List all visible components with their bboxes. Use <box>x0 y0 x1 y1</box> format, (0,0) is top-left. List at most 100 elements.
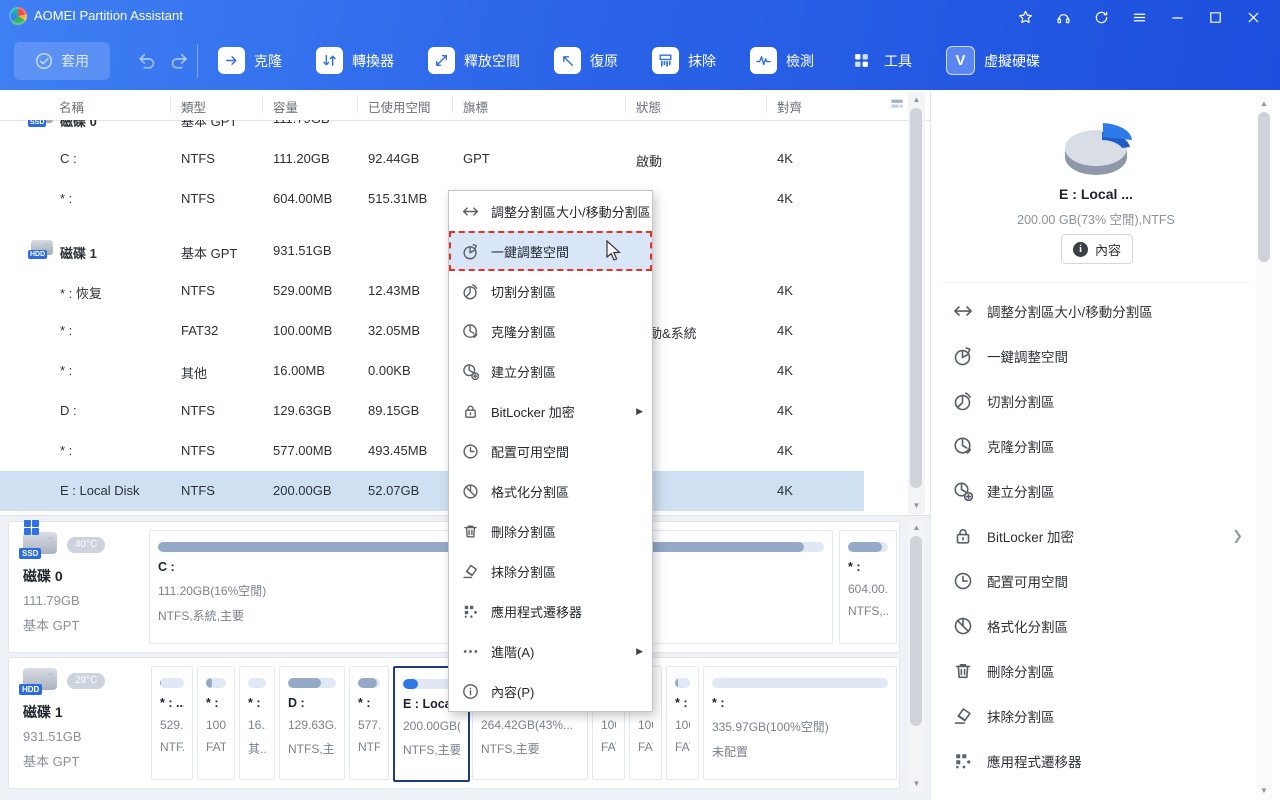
menu-item-bitlocker[interactable]: BitLocker 加密 ▶ <box>449 391 652 431</box>
scroll-down-icon[interactable]: ▼ <box>908 778 925 790</box>
sidebar-item-resize-move[interactable]: 調整分割區大小/移動分割區 <box>931 288 1261 333</box>
disk1-info[interactable]: HDD ··· 29°C 磁碟 1 931.51GB 基本 GPT <box>19 668 143 770</box>
sidebar-item-allocate[interactable]: 配置可用空間 <box>931 558 1261 603</box>
properties-button[interactable]: i 內容 <box>1061 234 1133 264</box>
partition-block[interactable]: * : 100... FAT... <box>666 666 699 780</box>
scroll-down-icon[interactable]: ▼ <box>1256 785 1272 797</box>
col-capacity[interactable]: 容量 <box>273 97 298 116</box>
menu-item-advanced[interactable]: 進階(A) ▶ <box>449 631 652 671</box>
menu-item-clone[interactable]: 克隆分割區 <box>449 311 652 351</box>
disk0-info[interactable]: SSD ··· 40°C 磁碟 0 111.79GB 基本 GPT <box>19 520 143 634</box>
column-settings-icon[interactable] <box>888 98 906 111</box>
menu-item-wipe[interactable]: 抹除分割區 <box>449 551 652 591</box>
toolbar-wipe-button[interactable]: 抹除 <box>652 46 716 75</box>
partition-fs: FAT... <box>206 740 226 754</box>
col-type[interactable]: 類型 <box>181 97 206 116</box>
partition-fs: NTFS,... <box>848 604 888 618</box>
scroll-up-icon[interactable]: ▲ <box>908 522 925 534</box>
menu-item-label: 一鍵調整空間 <box>491 244 570 260</box>
menu-item-format[interactable]: 格式化分割區 <box>449 471 652 511</box>
minimize-button[interactable] <box>1158 4 1196 30</box>
lock-icon <box>953 526 973 546</box>
table-row-disk0[interactable]: SSD··· 磁碟 0 基本 GPT 111.79GB <box>0 120 906 139</box>
toolbar-converter-button[interactable]: 轉換器 <box>316 46 394 75</box>
table-row-e-selected[interactable]: E : Local Disk NTFS 200.00GB 52.07GB 4K <box>0 471 864 511</box>
onekey-adjust-icon <box>462 243 479 260</box>
menu-item-app-mover[interactable]: 應用程式遷移器 <box>449 591 652 631</box>
partition-block-unallocated[interactable]: * : 335.97GB(100%空閒) 未配置 <box>703 666 897 780</box>
disk-map-scrollbar[interactable]: ▲ ▼ <box>908 520 925 792</box>
cell-type: 基本 GPT <box>181 120 238 129</box>
support-headset-icon[interactable] <box>1044 4 1082 30</box>
partition-block[interactable]: * : 604.00... NTFS,... <box>839 530 897 644</box>
partition-block-d[interactable]: D : 129.63G... NTFS,主... <box>279 666 345 780</box>
cell-align: 4K <box>777 363 793 378</box>
close-button[interactable] <box>1234 4 1272 30</box>
toolbar-test-button[interactable]: 檢測 <box>750 46 814 75</box>
col-status[interactable]: 狀態 <box>636 97 661 116</box>
menu-item-properties[interactable]: 內容(P) <box>449 671 652 711</box>
sidebar-item-wipe[interactable]: 抹除分割區 <box>931 693 1261 738</box>
sidebar-item-create[interactable]: 建立分割區 <box>931 468 1261 513</box>
cell-capacity: 529.00MB <box>273 283 333 298</box>
eraser-icon <box>953 706 973 726</box>
scrollbar-thumb[interactable] <box>910 536 922 726</box>
partition-fs: 未配置 <box>712 745 749 759</box>
menu-item-allocate[interactable]: 配置可用空間 <box>449 431 652 471</box>
trash-icon <box>953 661 973 681</box>
scroll-down-icon[interactable]: ▼ <box>908 500 925 512</box>
scroll-up-icon[interactable]: ▲ <box>908 94 925 106</box>
menu-item-label: 內容(P) <box>491 684 535 700</box>
redo-button[interactable] <box>168 50 190 72</box>
refresh-icon[interactable] <box>1082 4 1120 30</box>
toolbar-label: 工具 <box>884 52 912 69</box>
menu-item-delete[interactable]: 刪除分割區 <box>449 511 652 551</box>
split-partition-icon <box>462 283 479 300</box>
maximize-button[interactable] <box>1196 4 1234 30</box>
col-name[interactable]: 名稱 <box>59 97 84 116</box>
cell-align: 4K <box>777 403 793 418</box>
col-align[interactable]: 對齊 <box>777 97 802 116</box>
partition-block[interactable]: * : 16.... 其... <box>239 666 275 780</box>
scrollbar-thumb[interactable] <box>910 108 922 488</box>
menu-item-split[interactable]: 切割分割區 <box>449 271 652 311</box>
sidebar-item-clone[interactable]: 克隆分割區 <box>931 423 1261 468</box>
partition-size: 100... <box>206 718 226 732</box>
undo-button[interactable] <box>136 50 158 72</box>
apply-button[interactable]: 套用 <box>14 42 110 80</box>
cell-name: * : <box>60 191 73 206</box>
sidebar-scrollbar[interactable]: ▲ ▼ <box>1256 95 1272 800</box>
sidebar-item-delete[interactable]: 刪除分割區 <box>931 648 1261 693</box>
allocate-space-icon <box>953 571 973 591</box>
partition-block[interactable]: * : 100... FAT... <box>197 666 235 780</box>
hamburger-menu-icon[interactable] <box>1120 4 1158 30</box>
scrollbar-thumb[interactable] <box>1258 112 1270 262</box>
partition-size: 264.42GB(43%... <box>481 718 574 732</box>
table-scrollbar[interactable]: ▲ ▼ <box>908 92 925 514</box>
partition-block[interactable]: * : ... 529... NTF... <box>151 666 193 780</box>
partition-block[interactable]: * : 577... NTF... <box>349 666 389 780</box>
scroll-up-icon[interactable]: ▲ <box>1256 98 1272 110</box>
table-row-c[interactable]: C : NTFS 111.20GB 92.44GB GPT 啟動 4K <box>0 139 906 179</box>
favorite-star-icon[interactable] <box>1006 4 1044 30</box>
partition-fs: NTF... <box>358 740 380 754</box>
col-used[interactable]: 已使用空間 <box>368 97 431 116</box>
menu-item-label: 進階(A) <box>491 644 535 660</box>
cell-name: E : Local Disk <box>60 483 140 498</box>
sidebar-item-split[interactable]: 切割分割區 <box>931 378 1261 423</box>
cell-capacity: 577.00MB <box>273 443 333 458</box>
sidebar-item-onekey-adjust[interactable]: 一鍵調整空間 <box>931 333 1261 378</box>
toolbar-free-space-button[interactable]: 釋放空間 <box>428 46 520 75</box>
usage-bar <box>206 678 226 688</box>
menu-item-resize-move[interactable]: 調整分割區大小/移動分割區 <box>449 191 652 231</box>
sidebar-item-app-mover[interactable]: 應用程式遷移器 <box>931 738 1261 783</box>
cell-capacity: 16.00MB <box>273 363 326 378</box>
toolbar-virtual-disk-button[interactable]: V 虛擬硬碟 <box>946 46 1040 75</box>
menu-item-create[interactable]: 建立分割區 <box>449 351 652 391</box>
col-flags[interactable]: 旗標 <box>463 97 488 116</box>
toolbar-clone-button[interactable]: 克隆 <box>218 46 282 75</box>
toolbar-recover-button[interactable]: 復原 <box>554 46 618 75</box>
sidebar-item-bitlocker[interactable]: BitLocker 加密 ❯ <box>931 513 1261 558</box>
toolbar-tools-button[interactable]: 工具 <box>848 46 912 75</box>
sidebar-item-format[interactable]: 格式化分割區 <box>931 603 1261 648</box>
